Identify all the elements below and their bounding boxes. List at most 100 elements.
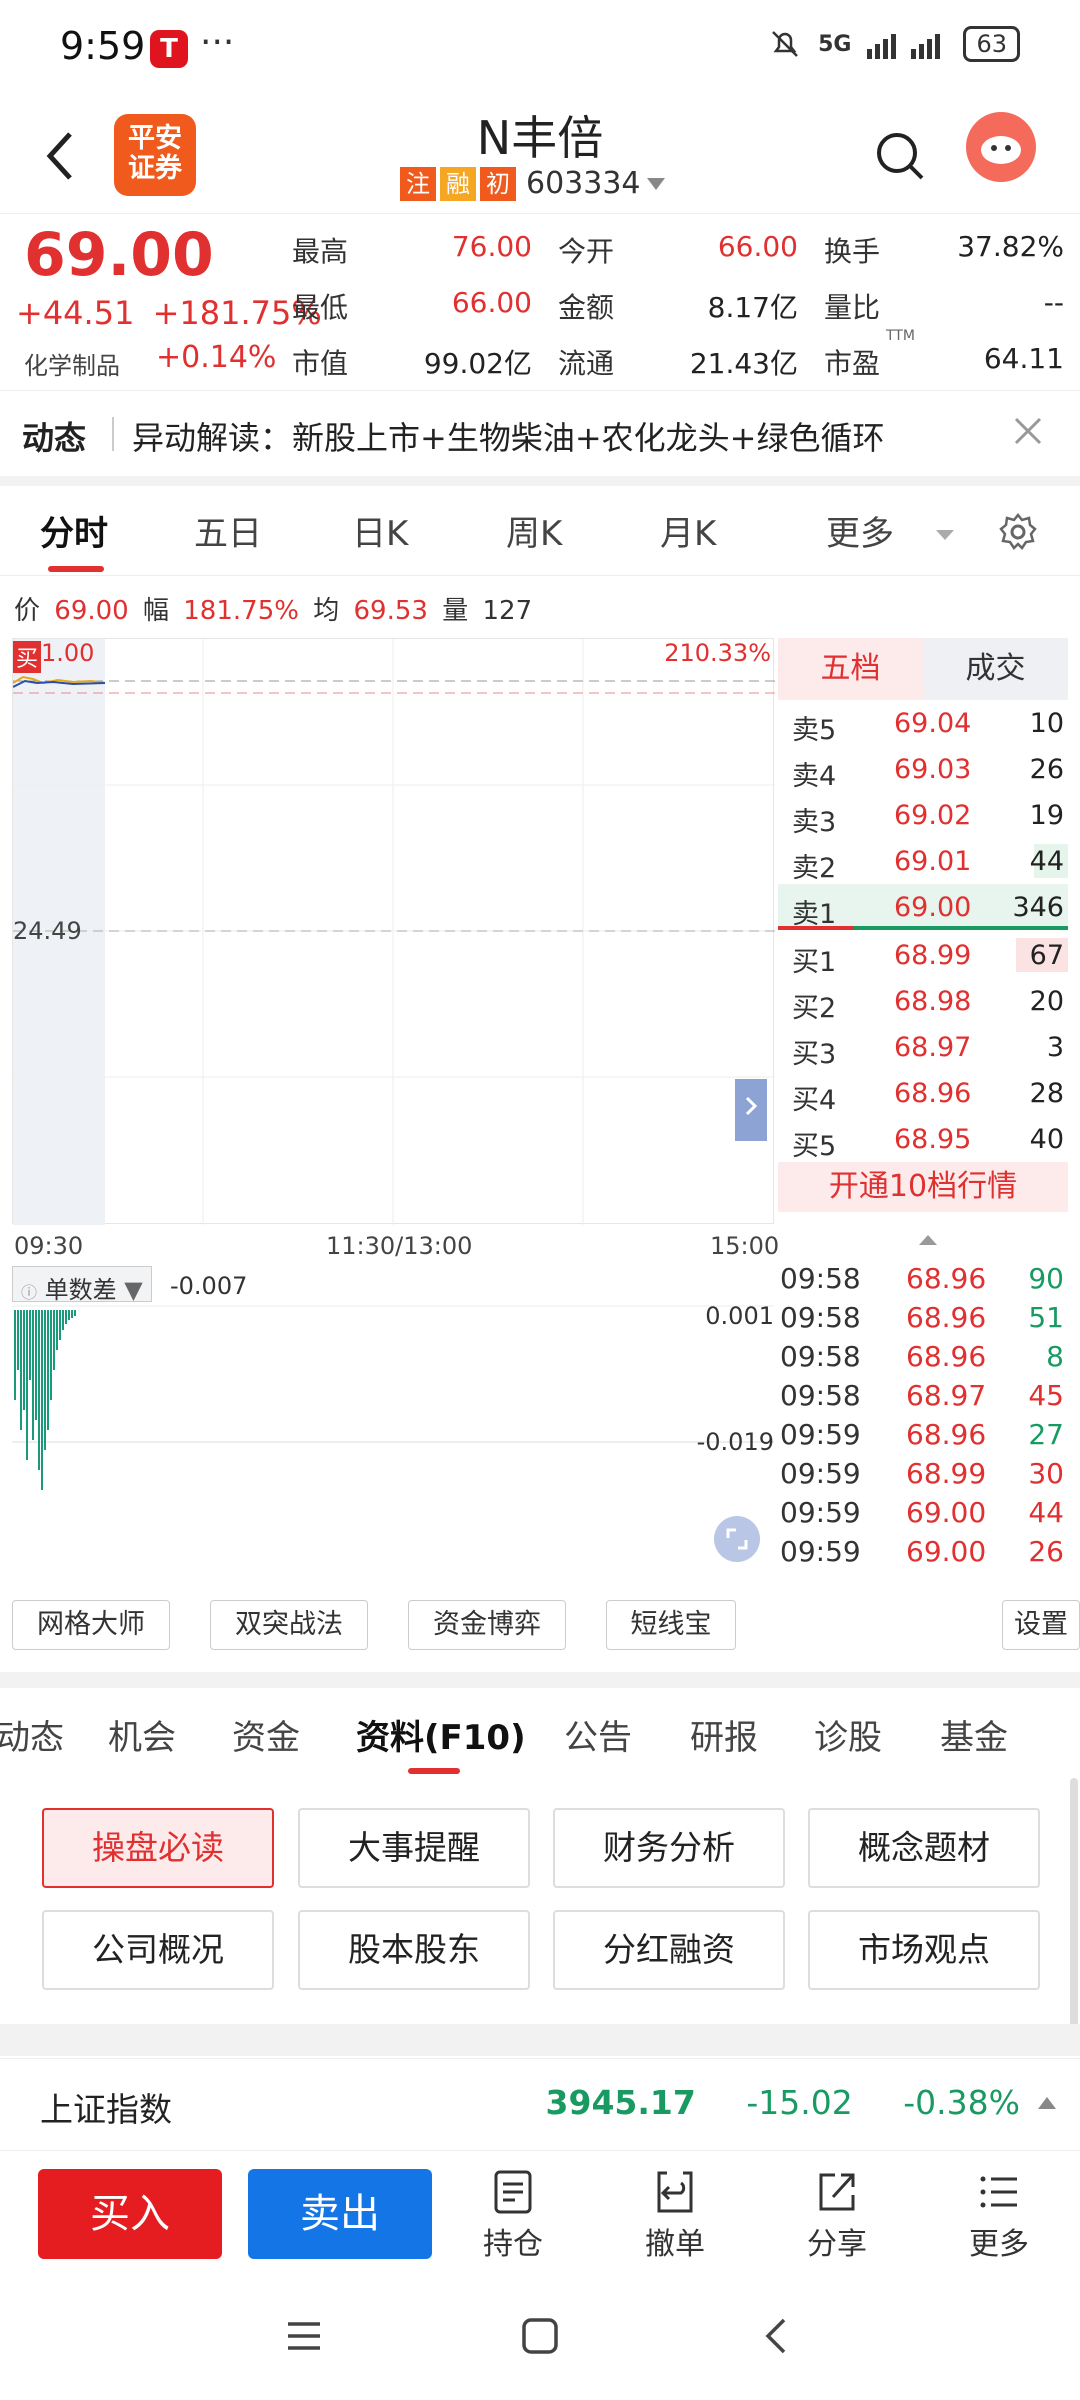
gear-icon[interactable] <box>998 512 1038 552</box>
tool-settings[interactable]: 设置 <box>1002 1600 1080 1650</box>
intraday-chart[interactable]: 买 1.00 210.33% 24.49 <box>12 638 775 1225</box>
trade-price: 68.96 <box>906 1340 987 1373</box>
buy-button[interactable]: 买入 <box>38 2169 222 2259</box>
indicator-bar <box>50 1310 52 1400</box>
status-icons: 5G 63 <box>768 26 1020 62</box>
tab-f10[interactable]: 资料(F10) <box>356 1710 526 1759</box>
bid-row: 买4 68.96 28 <box>778 1070 1068 1116</box>
time-label-noon: 11:30/13:00 <box>326 1232 473 1260</box>
tab-research[interactable]: 研报 <box>690 1710 758 1759</box>
btn-financial-analysis[interactable]: 财务分析 <box>553 1808 785 1888</box>
bid-volume: 67 <box>1029 940 1064 971</box>
tab-five-day[interactable]: 五日 <box>194 506 262 555</box>
tab-capital[interactable]: 资金 <box>232 1710 300 1759</box>
bid-row: 买1 68.99 67 <box>778 932 1068 978</box>
industry-name[interactable]: 化学制品 <box>24 346 120 381</box>
sell-button[interactable]: 卖出 <box>248 2169 432 2259</box>
indicator-bar <box>71 1310 73 1318</box>
section-gap <box>0 1672 1080 1688</box>
tab-monthly-k[interactable]: 月K <box>660 506 716 555</box>
tab-announcements[interactable]: 公告 <box>564 1710 632 1759</box>
btn-dividends-financing[interactable]: 分红融资 <box>553 1910 785 1990</box>
back-icon[interactable] <box>756 2316 796 2356</box>
btn-company-profile[interactable]: 公司概况 <box>42 1910 274 1990</box>
ask-volume: 10 <box>1029 708 1064 739</box>
tag-new: 初 <box>480 166 516 201</box>
volume-ratio-value: -- <box>1043 286 1064 319</box>
index-ticker[interactable]: 上证指数 3945.17 -15.02 -0.38% <box>0 2058 1080 2148</box>
tab-trades[interactable]: 成交 <box>923 638 1068 700</box>
news-divider <box>112 417 114 451</box>
caret-down-icon <box>646 177 665 190</box>
share-icon <box>819 2173 855 2211</box>
trade-ticks: 09:58 68.96 90 09:58 68.96 51 09:58 68.96 8 09… <box>780 1258 1068 1570</box>
indicator-top-label: 0.001 <box>705 1302 774 1330</box>
bid-row: 买3 68.97 3 <box>778 1024 1068 1070</box>
trade-time: 09:59 <box>780 1457 861 1490</box>
search-icon[interactable] <box>872 128 928 184</box>
more-button[interactable]: 更多 <box>944 2169 1054 2263</box>
ask-price: 69.03 <box>894 754 972 785</box>
trade-time: 09:58 <box>780 1262 861 1295</box>
info-range-label: 幅 <box>142 596 169 626</box>
indicator-chart[interactable]: ⓘ 单数差 ▼ -0.007 0.001 -0.019 <box>12 1262 774 1582</box>
indicator-bar <box>44 1310 46 1450</box>
amount-label: 金额 <box>558 291 615 324</box>
tab-more[interactable]: 更多 <box>826 506 894 555</box>
recents-menu-icon[interactable] <box>284 2316 324 2356</box>
collapse-arrow-icon[interactable] <box>918 1234 938 1246</box>
chart-mid-label: 24.49 <box>13 917 82 945</box>
close-icon[interactable] <box>1008 411 1048 451</box>
tab-funds[interactable]: 基金 <box>940 1710 1008 1759</box>
trade-price: 68.96 <box>906 1262 987 1295</box>
btn-major-events[interactable]: 大事提醒 <box>298 1808 530 1888</box>
btn-concepts[interactable]: 概念题材 <box>808 1808 1040 1888</box>
open-10-levels-button[interactable]: 开通10档行情 <box>778 1162 1068 1212</box>
tab-diagnosis[interactable]: 诊股 <box>814 1710 882 1759</box>
tab-intraday[interactable]: 分时 <box>40 506 108 555</box>
active-tab-indicator <box>48 566 104 572</box>
share-label: 分享 <box>807 2227 867 2262</box>
system-nav-bar <box>0 2280 1080 2400</box>
positions-button[interactable]: 持仓 <box>458 2169 568 2263</box>
expand-up-icon[interactable] <box>1038 2097 1056 2109</box>
btn-market-views[interactable]: 市场观点 <box>808 1910 1040 1990</box>
index-value: 3945.17 <box>545 2083 696 2122</box>
news-label: 动态 <box>22 419 87 457</box>
scrollbar[interactable] <box>1070 1778 1078 2054</box>
trade-price: 69.00 <box>906 1496 987 1529</box>
btn-trading-must-read[interactable]: 操盘必读 <box>42 1808 274 1888</box>
ask-row: 卖5 69.04 10 <box>778 700 1068 746</box>
tab-opportunity[interactable]: 机会 <box>108 1710 176 1759</box>
trade-volume: 27 <box>1028 1418 1064 1451</box>
indicator-bar <box>53 1310 55 1370</box>
news-text[interactable]: 异动解读：新股上市+生物柴油+农化龙头+绿色循环 <box>132 413 884 459</box>
trade-price: 68.96 <box>906 1301 987 1334</box>
expand-panel-button[interactable] <box>735 1079 767 1141</box>
indicator-bar <box>35 1310 37 1420</box>
menu-list-icon <box>980 2176 1017 2208</box>
indicator-selector[interactable]: ⓘ 单数差 ▼ <box>12 1266 152 1304</box>
tab-weekly-k[interactable]: 周K <box>506 506 562 555</box>
news-banner[interactable]: 动态 异动解读：新股上市+生物柴油+农化龙头+绿色循环 <box>0 390 1080 476</box>
tool-short-term[interactable]: 短线宝 <box>606 1600 736 1650</box>
indicator-value: -0.007 <box>170 1272 248 1300</box>
tool-capital-game[interactable]: 资金博弈 <box>408 1600 566 1650</box>
tab-five-levels[interactable]: 五档 <box>778 638 923 700</box>
info-price-label: 价 <box>14 596 41 626</box>
home-icon[interactable] <box>520 2316 560 2356</box>
tab-dynamics[interactable]: 动态 <box>0 1710 64 1759</box>
order-book: 五档 成交 卖5 69.04 10 卖4 69.03 26 卖3 69.02 1… <box>778 638 1068 1245</box>
cancel-order-button[interactable]: 撤单 <box>620 2169 730 2263</box>
assistant-avatar[interactable] <box>966 112 1036 182</box>
share-button[interactable]: 分享 <box>782 2169 892 2263</box>
tool-double-breakout[interactable]: 双突战法 <box>210 1600 368 1650</box>
trade-time: 09:59 <box>780 1418 861 1451</box>
tool-grid-master[interactable]: 网格大师 <box>12 1600 170 1650</box>
tab-daily-k[interactable]: 日K <box>352 506 408 555</box>
btn-shareholders[interactable]: 股本股东 <box>298 1910 530 1990</box>
fullscreen-button[interactable] <box>714 1516 760 1562</box>
trade-row: 09:58 68.96 51 <box>780 1297 1068 1336</box>
section-gap <box>0 2024 1080 2056</box>
stock-tags[interactable]: 注 融 初 603334 <box>400 166 667 201</box>
